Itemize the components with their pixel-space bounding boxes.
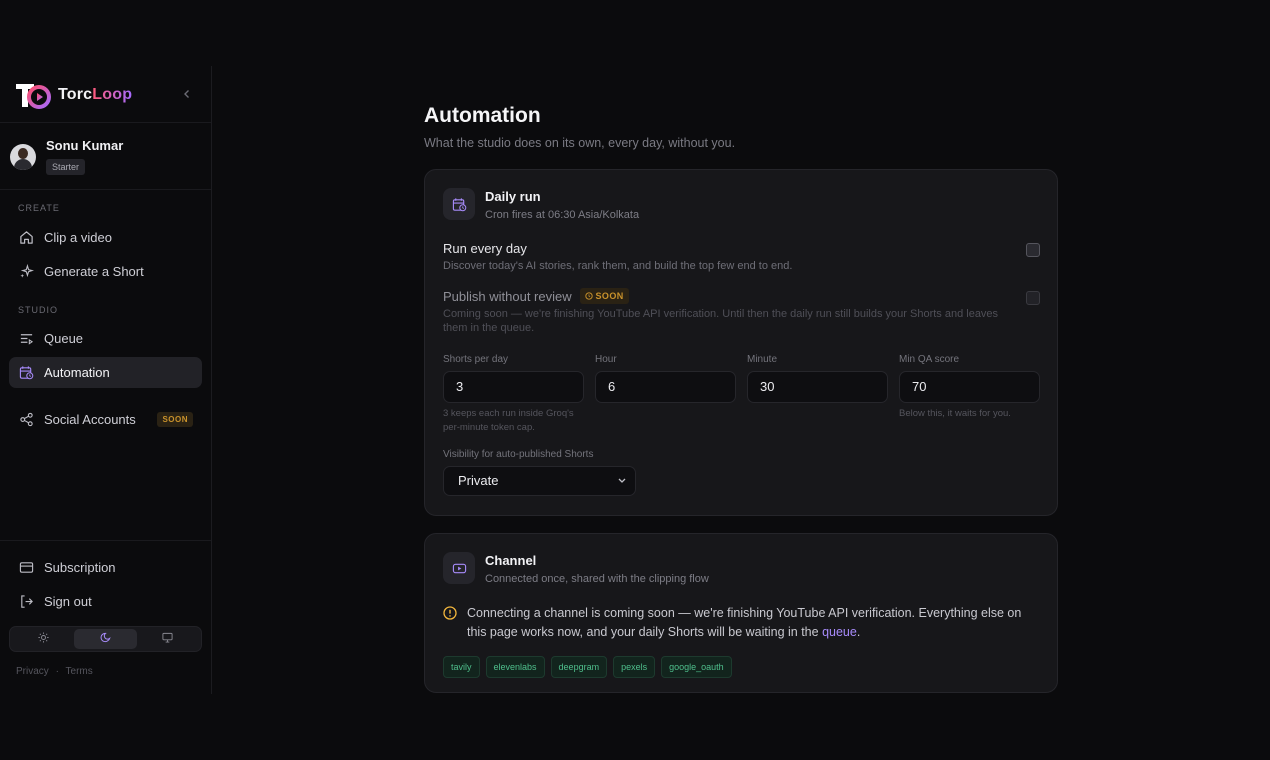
queue-icon xyxy=(18,331,34,347)
channel-card: Channel Connected once, shared with the … xyxy=(424,533,1058,693)
sidebar-item-label: Subscription xyxy=(44,560,116,575)
publish-without-review-checkbox[interactable] xyxy=(1026,291,1040,305)
theme-light-button[interactable] xyxy=(12,629,74,649)
calendar-clock-icon xyxy=(443,188,475,220)
sidebar-item-label: Sign out xyxy=(44,594,92,609)
calendar-clock-icon xyxy=(18,365,34,381)
shorts-per-day-label: Shorts per day xyxy=(443,354,509,365)
brand[interactable]: TorcLoop xyxy=(14,80,196,110)
min-qa-score-label: Min QA score xyxy=(899,354,960,365)
credit-card-icon xyxy=(18,560,34,576)
shorts-per-day-input[interactable]: 3 xyxy=(443,371,584,403)
sidebar-item-label: Social Accounts xyxy=(44,412,136,427)
legal-separator: · xyxy=(55,666,59,677)
sidebar-item-clip-a-video[interactable]: Clip a video xyxy=(9,222,202,253)
visibility-label: Visibility for auto-published Shorts xyxy=(443,449,594,460)
chevron-down-icon xyxy=(617,467,627,506)
privacy-link[interactable]: Privacy xyxy=(16,666,49,677)
publish-without-review-row: Publish without review SOON xyxy=(443,288,629,304)
warning-icon xyxy=(443,606,457,620)
tag-pexels: pexels xyxy=(613,656,656,678)
sidebar-item-label: Queue xyxy=(44,331,84,346)
visibility-value: Private xyxy=(458,473,499,488)
divider xyxy=(0,122,211,123)
notice-text: Connecting a channel is coming soon — we… xyxy=(467,606,1022,639)
card-title: Daily run xyxy=(485,189,541,204)
integration-tags: tavily elevenlabs deepgram pexels google… xyxy=(443,656,738,678)
user-profile[interactable]: Sonu Kumar Starter xyxy=(10,138,123,175)
sidebar-item-subscription[interactable]: Subscription xyxy=(9,552,202,583)
publish-without-review-description: Coming soon — we're finishing YouTube AP… xyxy=(443,308,999,334)
soon-badge: SOON xyxy=(579,288,629,304)
sidebar-item-queue[interactable]: Queue xyxy=(9,323,202,354)
card-subtitle: Connected once, shared with the clipping… xyxy=(485,573,709,585)
card-subtitle: Cron fires at 06:30 Asia/Kolkata xyxy=(485,209,640,221)
tag-google-oauth: google_oauth xyxy=(661,656,732,678)
youtube-icon xyxy=(443,552,475,584)
brand-name: TorcLoop xyxy=(58,86,133,103)
legal-links: Privacy · Terms xyxy=(16,666,97,677)
channel-notice: Connecting a channel is coming soon — we… xyxy=(443,604,1043,642)
moon-icon xyxy=(100,630,111,648)
publish-without-review-label: Publish without review xyxy=(443,288,572,304)
daily-run-card: Daily run Cron fires at 06:30 Asia/Kolka… xyxy=(424,169,1058,516)
sidebar-item-automation[interactable]: Automation xyxy=(9,357,202,388)
minute-label: Minute xyxy=(747,354,778,365)
avatar xyxy=(10,144,36,170)
brand-logo-icon xyxy=(14,80,52,110)
page-subtitle: What the studio does on its own, every d… xyxy=(424,136,736,150)
theme-switch xyxy=(9,626,202,652)
soon-badge: SOON xyxy=(157,412,193,427)
clock-icon xyxy=(584,292,593,300)
run-every-day-description: Discover today's AI stories, rank them, … xyxy=(443,260,793,272)
section-label-create: CREATE xyxy=(18,203,60,213)
page-title: Automation xyxy=(424,104,541,127)
hour-input[interactable]: 6 xyxy=(595,371,736,403)
chevron-left-icon[interactable] xyxy=(178,86,196,104)
sidebar-item-label: Automation xyxy=(44,365,110,380)
monitor-icon xyxy=(162,630,173,648)
visibility-select[interactable]: Private xyxy=(443,466,636,496)
tag-tavily: tavily xyxy=(443,656,480,678)
shorts-per-day-hint: 3 keeps each run inside Groq's per-minut… xyxy=(443,408,574,433)
sidebar-item-social-accounts[interactable]: Social Accounts SOON xyxy=(9,404,202,435)
user-name: Sonu Kumar xyxy=(46,138,124,153)
sun-icon xyxy=(38,630,49,648)
min-qa-score-input[interactable]: 70 xyxy=(899,371,1040,403)
home-icon xyxy=(18,230,34,246)
theme-system-button[interactable] xyxy=(137,629,199,649)
divider xyxy=(0,540,211,541)
min-qa-score-hint: Below this, it waits for you. xyxy=(899,408,1011,419)
hour-label: Hour xyxy=(595,354,617,365)
terms-link[interactable]: Terms xyxy=(66,666,93,677)
sign-out-icon xyxy=(18,594,34,610)
card-title: Channel xyxy=(485,553,537,568)
run-every-day-checkbox[interactable] xyxy=(1026,243,1040,257)
sign-out-button[interactable]: Sign out xyxy=(9,586,202,617)
theme-dark-button[interactable] xyxy=(74,629,137,649)
minute-input[interactable]: 30 xyxy=(747,371,888,403)
run-every-day-label: Run every day xyxy=(443,241,527,256)
tag-elevenlabs: elevenlabs xyxy=(485,656,545,678)
tag-deepgram: deepgram xyxy=(550,656,608,678)
sidebar-item-label: Generate a Short xyxy=(44,264,144,279)
divider xyxy=(0,189,211,190)
queue-link[interactable]: queue xyxy=(822,625,857,639)
section-label-studio: STUDIO xyxy=(18,305,59,315)
sidebar: TorcLoop Sonu Kumar Starter CREATE Clip … xyxy=(0,66,212,694)
share-icon xyxy=(18,412,34,428)
sidebar-item-generate-a-short[interactable]: Generate a Short xyxy=(9,256,202,287)
sidebar-item-label: Clip a video xyxy=(44,230,112,245)
sparkles-icon xyxy=(18,264,34,280)
plan-badge: Starter xyxy=(46,159,86,175)
